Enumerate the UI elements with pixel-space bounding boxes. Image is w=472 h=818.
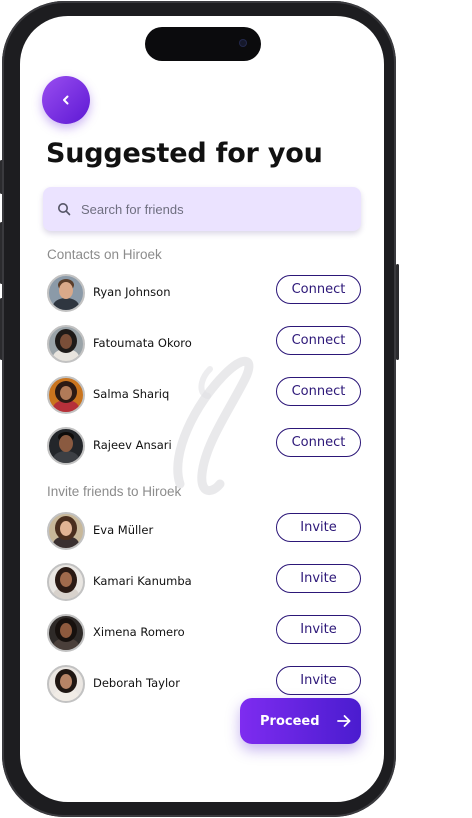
invite-name: Ximena Romero [93, 625, 185, 639]
invite-name: Deborah Taylor [93, 676, 180, 690]
front-camera [239, 39, 247, 47]
contact-row: Ryan Johnson Connect [47, 274, 361, 312]
invite-name: Eva Müller [93, 523, 154, 537]
phone-screen: Suggested for you Contacts on Hiroek Rya… [20, 16, 384, 802]
contact-name: Ryan Johnson [93, 285, 171, 299]
invite-button[interactable]: Invite [276, 513, 361, 542]
back-button[interactable] [42, 76, 90, 124]
invite-button[interactable]: Invite [276, 564, 361, 593]
avatar [47, 665, 85, 703]
arrow-right-icon [336, 715, 350, 727]
page-title: Suggested for you [46, 138, 323, 169]
search-icon [58, 203, 71, 216]
proceed-label: Proceed [260, 713, 320, 729]
phone-frame: Suggested for you Contacts on Hiroek Rya… [2, 1, 396, 817]
chevron-left-icon [63, 95, 69, 105]
contacts-section-label: Contacts on Hiroek [47, 247, 162, 262]
proceed-button[interactable]: Proceed [240, 698, 361, 744]
avatar [47, 325, 85, 363]
watermark-logo [173, 357, 254, 495]
connect-button[interactable]: Connect [276, 275, 361, 304]
avatar [47, 614, 85, 652]
connect-button[interactable]: Connect [276, 326, 361, 355]
invite-button[interactable]: Invite [276, 615, 361, 644]
avatar [47, 563, 85, 601]
avatar [47, 274, 85, 312]
avatar [47, 512, 85, 550]
invite-row: Eva Müller Invite [47, 512, 361, 550]
connect-button[interactable]: Connect [276, 377, 361, 406]
side-button-right [396, 264, 399, 360]
search-input[interactable] [79, 193, 353, 225]
invite-row: Kamari Kanumba Invite [47, 563, 361, 601]
connect-button[interactable]: Connect [276, 428, 361, 457]
avatar [47, 376, 85, 414]
search-bar[interactable] [43, 187, 361, 231]
dynamic-island [145, 27, 261, 61]
avatar [47, 427, 85, 465]
invite-name: Kamari Kanumba [93, 574, 192, 588]
invite-button[interactable]: Invite [276, 666, 361, 695]
invite-row: Ximena Romero Invite [47, 614, 361, 652]
